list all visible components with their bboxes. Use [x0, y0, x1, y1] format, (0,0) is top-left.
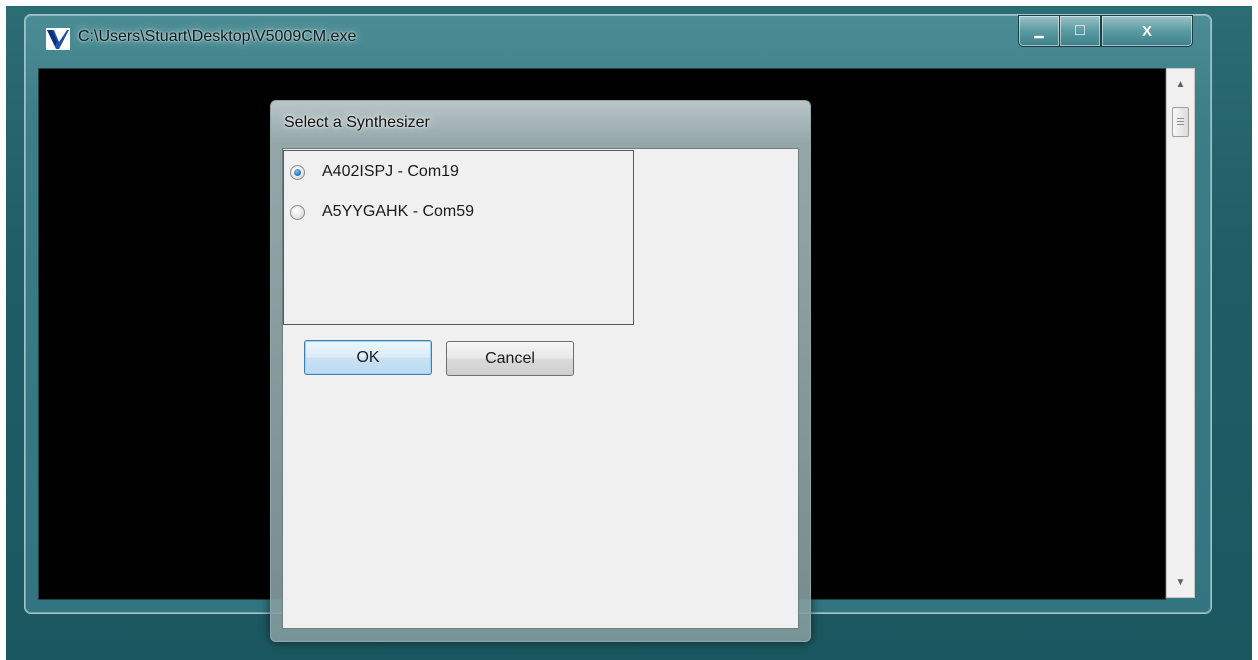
- arrow-up-icon: ▲: [1175, 78, 1186, 90]
- scrollbar-thumb[interactable]: [1172, 107, 1189, 137]
- app-icon: [46, 28, 70, 50]
- close-icon: X: [1141, 22, 1152, 40]
- radio-button-unchecked[interactable]: [290, 204, 305, 220]
- close-button[interactable]: X: [1101, 15, 1193, 47]
- caption-buttons: ▁ □ X: [1018, 15, 1196, 47]
- vertical-scrollbar[interactable]: ▲ ▼: [1166, 68, 1195, 598]
- maximize-button[interactable]: □: [1059, 15, 1101, 47]
- radio-button-checked[interactable]: [290, 164, 305, 180]
- cancel-button[interactable]: Cancel: [446, 341, 574, 376]
- minimize-button[interactable]: ▁: [1018, 15, 1059, 47]
- synth-option-2[interactable]: A5YYGAHK - Com59: [290, 203, 474, 221]
- dialog-title: Select a Synthesizer: [284, 114, 430, 131]
- arrow-down-icon: ▼: [1175, 576, 1186, 588]
- maximize-icon: □: [1075, 22, 1085, 39]
- synth-option-label: A402ISPJ - Com19: [322, 163, 459, 180]
- window-title: C:\Users\Stuart\Desktop\V5009CM.exe: [78, 28, 357, 45]
- scroll-up-button[interactable]: ▲: [1167, 73, 1194, 95]
- minimize-icon: ▁: [1034, 24, 1044, 38]
- synth-option-1[interactable]: A402ISPJ - Com19: [290, 163, 459, 181]
- ok-button[interactable]: OK: [304, 340, 432, 375]
- scroll-down-button[interactable]: ▼: [1167, 571, 1194, 593]
- synth-option-label: A5YYGAHK - Com59: [322, 203, 475, 220]
